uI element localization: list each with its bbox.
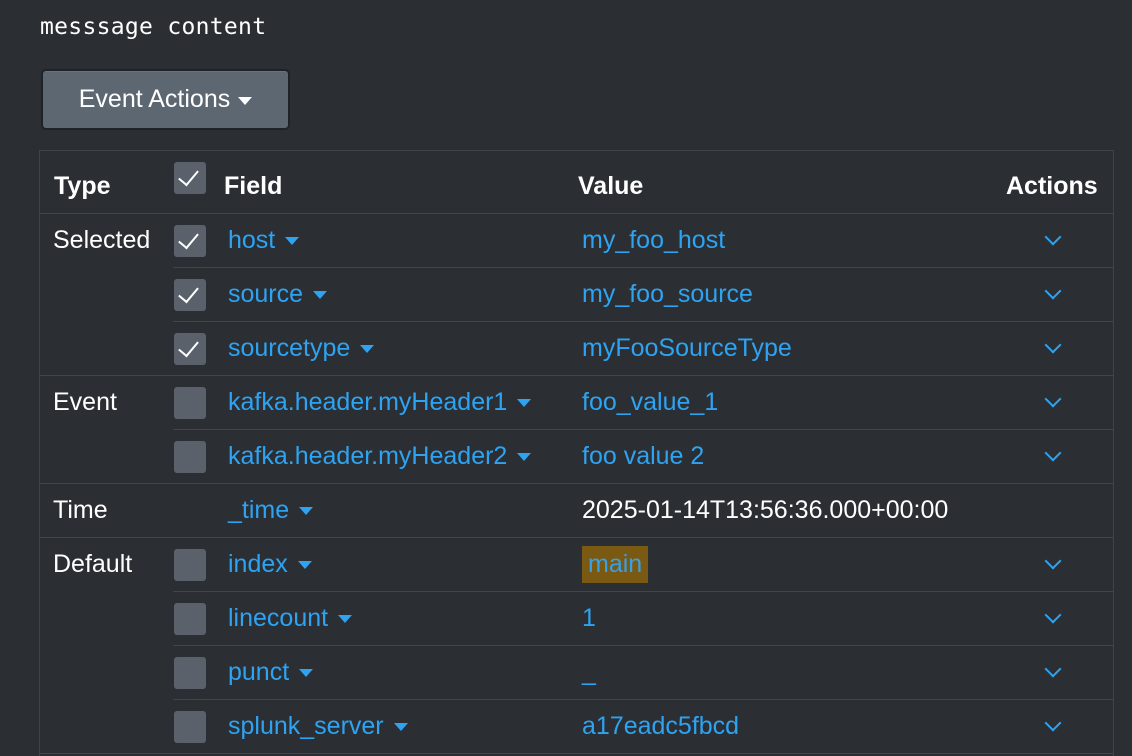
row-checkbox-punct[interactable] xyxy=(174,657,206,689)
chevron-down-icon[interactable] xyxy=(1044,447,1062,465)
field-kafka-header-myheader1[interactable]: kafka.header.myHeader1 xyxy=(228,388,532,417)
field-time[interactable]: _time xyxy=(228,496,314,525)
header-actions: Actions xyxy=(1006,172,1098,200)
select-all-checkbox[interactable] xyxy=(174,162,206,194)
row-checkbox-sourcetype[interactable] xyxy=(174,333,206,365)
event-actions-label: Event Actions xyxy=(78,85,231,113)
field-host[interactable]: host xyxy=(228,226,300,255)
chevron-down-icon[interactable] xyxy=(1044,393,1062,411)
field-splunk-server[interactable]: splunk_server xyxy=(228,712,408,741)
header-value: Value xyxy=(578,172,644,200)
caret-down-icon xyxy=(238,96,253,105)
row-checkbox-index[interactable] xyxy=(174,549,206,581)
field-linecount[interactable]: linecount xyxy=(228,604,353,633)
chevron-down-icon[interactable] xyxy=(1044,555,1062,573)
group-label-default: Default xyxy=(53,550,133,578)
caret-down-icon xyxy=(313,290,328,299)
value-sourcetype[interactable]: myFooSourceType xyxy=(582,334,792,363)
chevron-down-icon[interactable] xyxy=(1044,285,1062,303)
field-sourcetype[interactable]: sourcetype xyxy=(228,334,375,363)
value-index[interactable]: main xyxy=(582,546,649,583)
caret-down-icon xyxy=(360,344,375,353)
row-checkbox-linecount[interactable] xyxy=(174,603,206,635)
field-source[interactable]: source xyxy=(228,280,328,309)
row-checkbox-splunk-server[interactable] xyxy=(174,711,206,743)
chevron-down-icon[interactable] xyxy=(1044,339,1062,357)
value-host[interactable]: my_foo_host xyxy=(582,226,725,255)
field-kafka-header-myheader2[interactable]: kafka.header.myHeader2 xyxy=(228,442,532,471)
field-punct[interactable]: punct xyxy=(228,658,314,687)
caret-down-icon xyxy=(338,614,353,623)
value-source[interactable]: my_foo_source xyxy=(582,280,753,309)
value-punct[interactable]: _ xyxy=(582,658,596,687)
group-label-selected: Selected xyxy=(53,226,151,254)
caret-down-icon xyxy=(299,668,314,677)
highlighted-value: main xyxy=(582,546,649,583)
caret-down-icon xyxy=(517,398,532,407)
caret-down-icon xyxy=(299,506,314,515)
caret-down-icon xyxy=(393,722,408,731)
chevron-down-icon[interactable] xyxy=(1044,231,1062,249)
value-linecount[interactable]: 1 xyxy=(582,604,596,633)
value-kafka-header-myheader2[interactable]: foo value 2 xyxy=(582,442,704,471)
field-index[interactable]: index xyxy=(228,550,312,579)
row-checkbox-kafka-header-myheader1[interactable] xyxy=(174,387,206,419)
value-splunk-server[interactable]: a17eadc5fbcd xyxy=(582,712,739,741)
group-label-event: Event xyxy=(53,388,117,416)
chevron-down-icon[interactable] xyxy=(1044,609,1062,627)
event-actions-button[interactable]: Event Actions xyxy=(41,69,290,130)
caret-down-icon xyxy=(517,452,532,461)
header-type: Type xyxy=(54,172,111,200)
chevron-down-icon[interactable] xyxy=(1044,663,1062,681)
chevron-down-icon[interactable] xyxy=(1044,717,1062,735)
row-checkbox-host[interactable] xyxy=(174,225,206,257)
header-field: Field xyxy=(224,172,283,200)
row-checkbox-kafka-header-myheader2[interactable] xyxy=(174,441,206,473)
message-content: messsage content xyxy=(40,14,267,40)
value-kafka-header-myheader1[interactable]: foo_value_1 xyxy=(582,388,718,417)
value-time: 2025-01-14T13:56:36.000+00:00 xyxy=(582,496,949,524)
caret-down-icon xyxy=(297,560,312,569)
row-checkbox-source[interactable] xyxy=(174,279,206,311)
caret-down-icon xyxy=(285,236,300,245)
event-fields-table: Type Field Value Actions Selected Event … xyxy=(39,150,1114,756)
group-label-time: Time xyxy=(53,496,108,524)
